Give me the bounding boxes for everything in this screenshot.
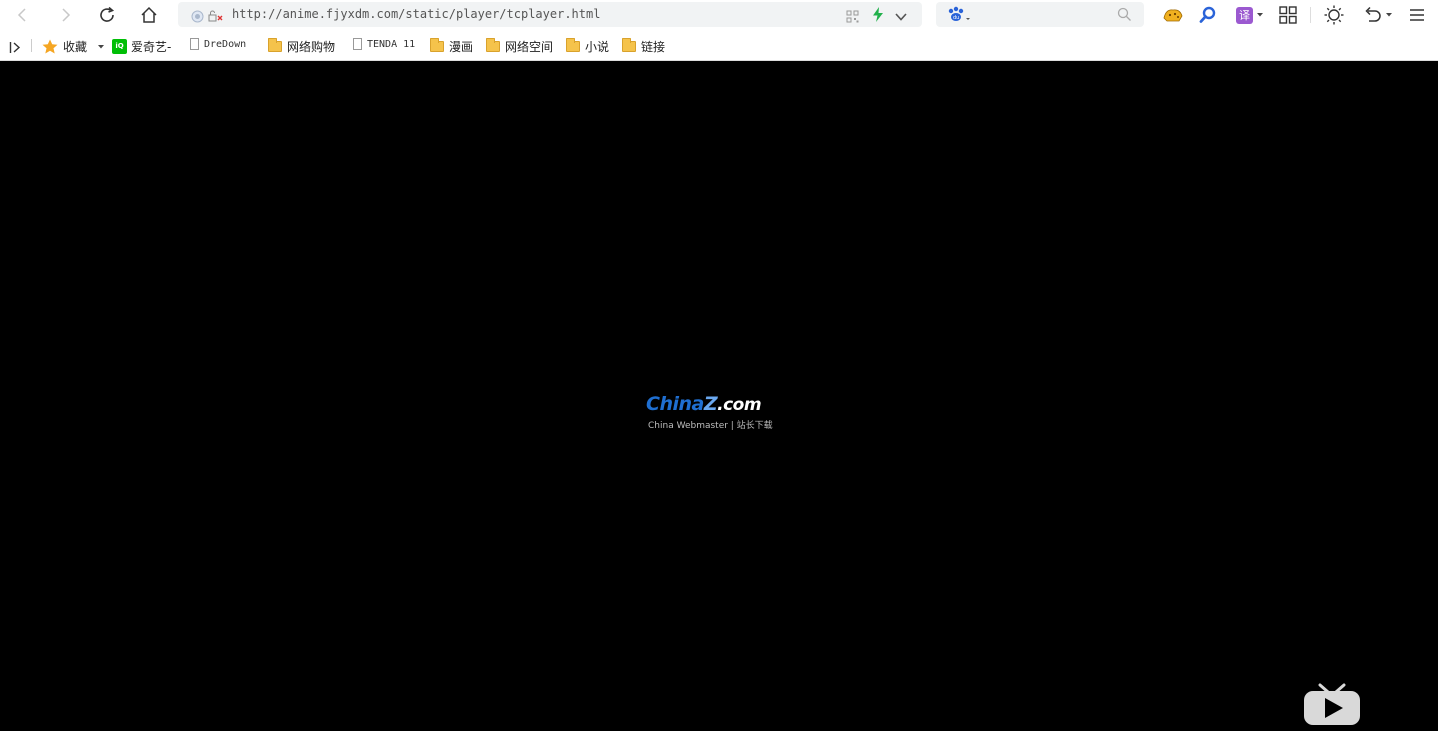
bookmark-tenda[interactable]: TENDA 11	[353, 38, 415, 50]
bookmark-label: 漫画	[449, 40, 474, 54]
translate-icon: 译	[1236, 6, 1253, 24]
undo-button[interactable]	[1361, 3, 1395, 27]
forward-icon[interactable]	[53, 3, 77, 27]
toolbar-divider	[1310, 7, 1311, 23]
bookmark-label: 小说	[585, 40, 610, 54]
bookmarks-bar: 收藏 iQ 爱奇艺- DreDown 网络购物 TENDA 11 漫画 网络空间…	[0, 30, 1438, 61]
logo-brand-com: .com	[717, 395, 762, 415]
bookmark-folder-novels[interactable]: 小说	[566, 38, 609, 55]
bookmark-folder-cyberspace[interactable]: 网络空间	[486, 38, 553, 55]
bookmark-label: DreDown	[204, 38, 247, 50]
video-player[interactable]: ChinaZ.com China Webmaster | 站长下载	[0, 62, 1438, 729]
shield-icon	[191, 8, 204, 27]
bookmark-folder-comics[interactable]: 漫画	[430, 38, 473, 55]
tv-play-icon	[1304, 683, 1360, 725]
star-icon	[42, 39, 58, 54]
no-tracking-icon[interactable]	[208, 8, 224, 27]
search-box[interactable]: du	[936, 2, 1144, 27]
browser-toolbar: http://anime.fjyxdm.com/static/player/tc…	[0, 0, 1438, 30]
bookmark-iqiyi[interactable]: iQ 爱奇艺-	[112, 38, 171, 55]
baidu-paw-icon[interactable]: du	[946, 6, 972, 28]
qr-code-icon[interactable]	[846, 8, 859, 27]
back-icon[interactable]	[11, 3, 35, 27]
sidebar-toggle-icon[interactable]	[9, 39, 22, 58]
menu-icon[interactable]	[1405, 3, 1429, 27]
folder-icon	[430, 38, 444, 52]
page-icon	[190, 38, 199, 50]
apps-grid-icon[interactable]	[1276, 3, 1300, 27]
folder-icon	[566, 38, 580, 52]
address-url: http://anime.fjyxdm.com/static/player/tc…	[232, 7, 601, 21]
logo-tagline: China Webmaster | 站长下载	[648, 421, 773, 431]
favorites-label: 收藏	[63, 40, 88, 54]
tv-play-button[interactable]	[1303, 683, 1361, 727]
bookmark-favorites[interactable]: 收藏	[42, 38, 105, 55]
bookmark-folder-links[interactable]: 链接	[622, 38, 665, 55]
magnifier-icon[interactable]	[1196, 3, 1220, 27]
page-icon	[353, 38, 362, 50]
brightness-icon[interactable]	[1322, 3, 1346, 27]
svg-text:du: du	[953, 15, 959, 21]
search-icon[interactable]	[1117, 7, 1132, 26]
logo-brand-z: Z	[703, 393, 718, 415]
chinaz-watermark-logo: ChinaZ.com China Webmaster | 站长下载	[646, 393, 791, 435]
iqiyi-icon: iQ	[112, 39, 127, 54]
bookmark-dredown[interactable]: DreDown	[190, 38, 246, 50]
logo-brand-main: China	[646, 393, 704, 415]
reload-icon[interactable]	[95, 3, 119, 27]
translate-button[interactable]: 译	[1233, 3, 1267, 27]
folder-icon	[268, 38, 282, 52]
bookmark-label: 网络购物	[287, 40, 336, 54]
bookmark-label: 网络空间	[505, 40, 554, 54]
undo-dropdown-icon	[1386, 13, 1392, 17]
folder-icon	[622, 38, 636, 52]
bookmarks-divider	[31, 39, 32, 52]
address-bar[interactable]: http://anime.fjyxdm.com/static/player/tc…	[178, 2, 922, 27]
leopard-icon[interactable]	[1161, 3, 1185, 27]
lightning-icon[interactable]	[872, 7, 884, 26]
home-icon[interactable]	[137, 3, 161, 27]
favorites-dropdown-icon	[98, 44, 105, 48]
bookmark-label: 链接	[641, 40, 666, 54]
undo-icon	[1365, 6, 1381, 22]
folder-icon	[486, 38, 500, 52]
bookmark-folder-shopping[interactable]: 网络购物	[268, 38, 335, 55]
chevron-down-icon[interactable]	[894, 8, 908, 27]
translate-dropdown-icon	[1257, 13, 1263, 17]
bookmark-label: TENDA 11	[367, 38, 416, 50]
logo-wordmark: ChinaZ.com	[646, 393, 762, 415]
bookmark-label: 爱奇艺-	[131, 40, 172, 54]
